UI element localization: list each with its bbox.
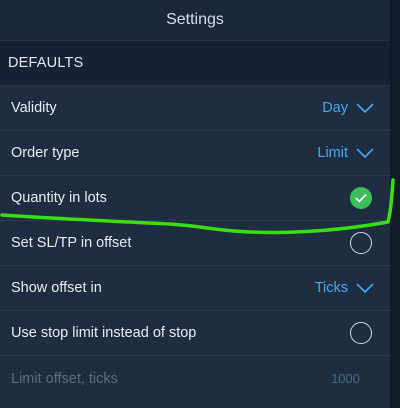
chevron-down-icon xyxy=(356,148,374,158)
checkmark-circle-icon[interactable] xyxy=(350,187,372,209)
validity-label: Validity xyxy=(11,100,57,116)
show-offset-value: Ticks xyxy=(314,280,348,296)
empty-circle-icon[interactable] xyxy=(350,232,372,254)
validity-select[interactable]: Day xyxy=(322,100,374,116)
sl-tp-offset-label: Set SL/TP in offset xyxy=(11,235,132,251)
section-defaults: DEFAULTS xyxy=(0,40,390,86)
settings-panel: Settings DEFAULTS Validity Day Order typ… xyxy=(0,0,390,408)
quantity-in-lots-label: Quantity in lots xyxy=(11,190,107,206)
chevron-down-icon xyxy=(356,103,374,113)
order-type-select[interactable]: Limit xyxy=(317,145,374,161)
checkmark-icon xyxy=(355,193,367,203)
page-title: Settings xyxy=(166,11,224,28)
validity-row[interactable]: Validity Day xyxy=(0,86,390,131)
side-edge xyxy=(390,0,400,408)
show-offset-label: Show offset in xyxy=(11,280,102,296)
stop-limit-row[interactable]: Use stop limit instead of stop xyxy=(0,311,390,356)
order-type-value: Limit xyxy=(317,145,348,161)
sl-tp-offset-row[interactable]: Set SL/TP in offset xyxy=(0,221,390,266)
stop-limit-label: Use stop limit instead of stop xyxy=(11,325,197,341)
order-type-row[interactable]: Order type Limit xyxy=(0,131,390,176)
validity-value: Day xyxy=(322,100,348,116)
chevron-down-icon xyxy=(356,283,374,293)
settings-header: Settings xyxy=(0,0,390,40)
show-offset-select[interactable]: Ticks xyxy=(315,280,374,296)
show-offset-row[interactable]: Show offset in Ticks xyxy=(0,266,390,311)
limit-offset-value: 1000 xyxy=(331,371,360,386)
section-title: DEFAULTS xyxy=(8,55,84,71)
empty-circle-icon[interactable] xyxy=(350,322,372,344)
quantity-in-lots-row[interactable]: Quantity in lots xyxy=(0,176,390,221)
limit-offset-label: Limit offset, ticks xyxy=(11,370,118,387)
limit-offset-row: Limit offset, ticks 1000 xyxy=(0,356,390,401)
order-type-label: Order type xyxy=(11,145,80,161)
